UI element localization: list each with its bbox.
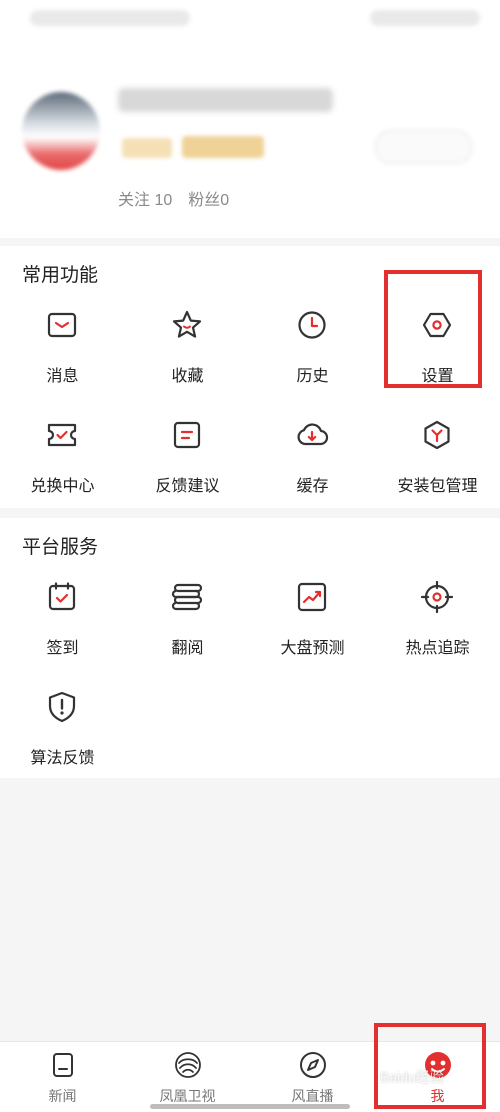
grid-label: 兑换中心 bbox=[30, 478, 95, 495]
news-icon bbox=[48, 1050, 78, 1080]
grid-label: 缓存 bbox=[296, 478, 329, 495]
check-in-icon bbox=[45, 580, 79, 614]
nav-label: 风直播 bbox=[291, 1088, 334, 1104]
bottom-nav: 新闻 凤凰卫视 风直播 我 bbox=[0, 1041, 500, 1112]
grid-label: 算法反馈 bbox=[30, 750, 95, 767]
page-flip-icon bbox=[170, 580, 204, 614]
me-avatar-icon bbox=[423, 1050, 453, 1080]
cloud-download-icon bbox=[295, 418, 329, 452]
nav-label: 新闻 bbox=[48, 1088, 77, 1104]
favorite-star-icon bbox=[170, 308, 204, 342]
message-icon bbox=[45, 308, 79, 342]
status-bar bbox=[0, 0, 500, 40]
settings-icon bbox=[420, 308, 454, 342]
profile-header: 关注 10 粉丝0 bbox=[0, 40, 500, 238]
feedback-icon bbox=[170, 418, 204, 452]
grid-label: 反馈建议 bbox=[155, 478, 220, 495]
market-chart-icon bbox=[295, 580, 329, 614]
nav-item-news[interactable]: 新闻 bbox=[0, 1042, 125, 1112]
grid-label: 热点追踪 bbox=[405, 640, 470, 657]
username-blurred bbox=[118, 88, 333, 112]
fans-link[interactable]: 粉丝0 bbox=[188, 192, 229, 209]
grid-label: 安装包管理 bbox=[397, 478, 478, 495]
grid-item-settings[interactable]: 设置 bbox=[375, 308, 500, 408]
avatar[interactable] bbox=[22, 92, 100, 170]
shield-alert-icon bbox=[45, 690, 79, 724]
nav-item-live[interactable]: 风直播 bbox=[250, 1042, 375, 1112]
history-clock-icon bbox=[295, 308, 329, 342]
grid-item-hot-tracking[interactable]: 热点追踪 bbox=[375, 580, 500, 680]
platform-services-section: 平台服务 签到 翻阅 大盘预测 热点追踪 算法反馈 bbox=[0, 518, 500, 778]
follow-label: 关注 bbox=[118, 192, 151, 209]
grid-label: 历史 bbox=[296, 368, 329, 385]
grid-label: 收藏 bbox=[171, 368, 204, 385]
home-indicator[interactable] bbox=[150, 1104, 350, 1109]
status-icons-blurred bbox=[370, 10, 480, 26]
grid-item-market-forecast[interactable]: 大盘预测 bbox=[250, 580, 375, 680]
grid-label: 签到 bbox=[46, 640, 79, 657]
exchange-ticket-icon bbox=[45, 418, 79, 452]
grid-item-history[interactable]: 历史 bbox=[250, 308, 375, 408]
live-compass-icon bbox=[298, 1050, 328, 1080]
grid-item-browse[interactable]: 翻阅 bbox=[125, 580, 250, 680]
grid-item-check-in[interactable]: 签到 bbox=[0, 580, 125, 680]
vip-badge-blurred bbox=[182, 136, 264, 158]
follow-stats: 关注 10 粉丝0 bbox=[118, 186, 229, 210]
target-icon bbox=[420, 580, 454, 614]
fans-label: 粉丝 bbox=[188, 192, 221, 209]
level-badge-blurred bbox=[122, 138, 172, 158]
nav-item-me[interactable]: 我 bbox=[375, 1042, 500, 1112]
nav-label: 我 bbox=[430, 1088, 445, 1104]
common-functions-section: 常用功能 消息 收藏 历史 设置 兑换中心 反馈建议 缓存 安装包管理 bbox=[0, 246, 500, 508]
package-icon bbox=[420, 418, 454, 452]
fans-count: 0 bbox=[220, 192, 230, 209]
follow-count: 10 bbox=[154, 192, 173, 209]
nav-label: 凤凰卫视 bbox=[159, 1088, 216, 1104]
profile-button-blurred[interactable] bbox=[375, 130, 472, 164]
grid-item-message[interactable]: 消息 bbox=[0, 308, 125, 408]
grid-item-favorites[interactable]: 收藏 bbox=[125, 308, 250, 408]
status-time-blurred bbox=[30, 10, 190, 26]
grid-label: 大盘预测 bbox=[280, 640, 345, 657]
grid-label: 设置 bbox=[421, 368, 454, 385]
grid-item-exchange-center[interactable]: 兑换中心 bbox=[0, 418, 125, 518]
grid-label: 消息 bbox=[46, 368, 79, 385]
grid-item-cache[interactable]: 缓存 bbox=[250, 418, 375, 518]
grid-item-feedback[interactable]: 反馈建议 bbox=[125, 418, 250, 518]
section-title-platform: 平台服务 bbox=[22, 537, 99, 558]
follow-link[interactable]: 关注 10 bbox=[118, 192, 172, 209]
grid-item-algorithm-feedback[interactable]: 算法反馈 bbox=[0, 690, 125, 790]
nav-item-phoenix-tv[interactable]: 凤凰卫视 bbox=[125, 1042, 250, 1112]
grid-label: 翻阅 bbox=[171, 640, 204, 657]
grid-item-package-manager[interactable]: 安装包管理 bbox=[375, 418, 500, 518]
phoenix-tv-icon bbox=[173, 1050, 203, 1080]
section-title-common: 常用功能 bbox=[22, 265, 99, 286]
